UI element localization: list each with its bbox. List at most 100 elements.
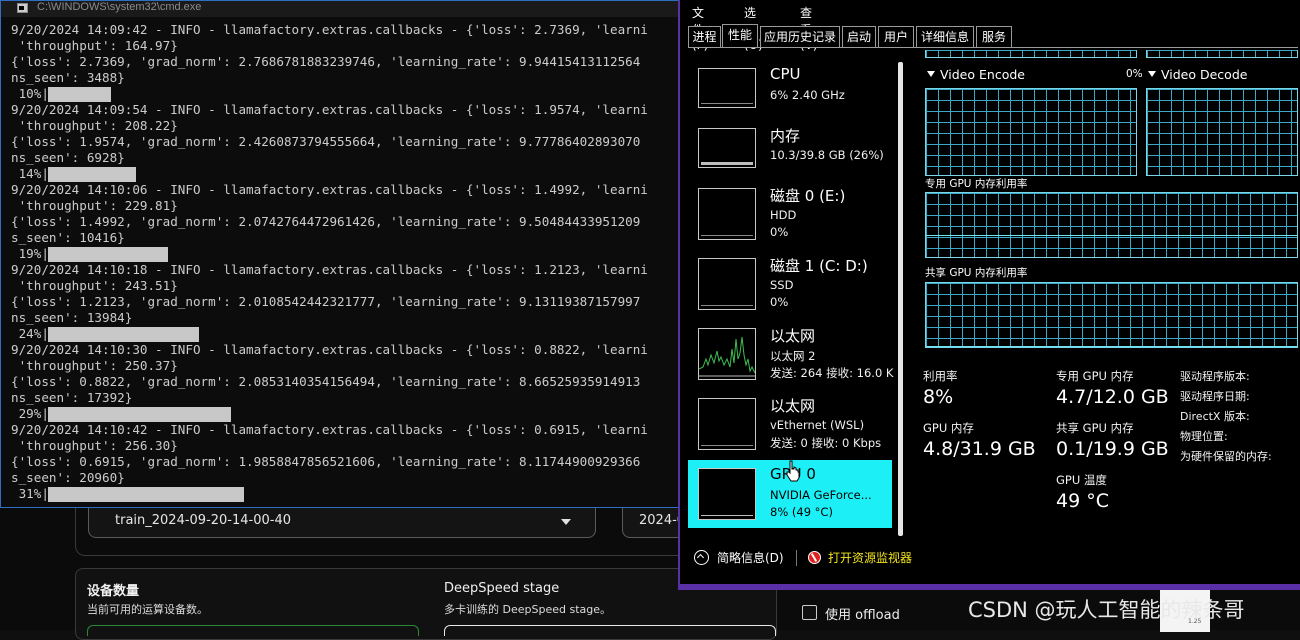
sidebar-item-detail-2: 0%: [770, 225, 789, 239]
deepspeed-title: DeepSpeed stage: [444, 581, 560, 596]
progress-bar-fill: [48, 167, 136, 182]
dedicated-mem-graph-label: 专用 GPU 内存利用率: [925, 178, 1028, 190]
progress-percent: 29%|: [11, 406, 49, 421]
sidebar-item-ethernet-wsl[interactable]: 以太网 vEthernet (WSL) 发送: 0 接收: 0 Kbps: [688, 390, 892, 458]
dedicated-mem-label: 专用 GPU 内存: [1056, 369, 1134, 383]
cmd-window[interactable]: C:\WINDOWS\system32\cmd.exe 9/20/2024 14…: [0, 0, 680, 508]
cpu-thumbnail-graph: [698, 68, 756, 108]
sidebar-item-detail-2: 发送: 0 接收: 0 Kbps: [770, 436, 882, 450]
gpu-thumbnail-graph: [698, 468, 756, 520]
sidebar-item-disk0[interactable]: 磁盘 0 (E:) HDD 0%: [688, 180, 892, 248]
progress-bar-fill: [48, 487, 244, 502]
task-manager-window[interactable]: 文件(F) 选项(O) 查看(V) 进程 性能 应用历史记录 启动 用户 详细信…: [678, 0, 1300, 590]
console-line: ns_seen': 13984}: [11, 310, 133, 325]
cmd-icon: [17, 3, 28, 13]
progress-percent: 24%|: [11, 326, 49, 341]
chevron-down-icon: [1148, 71, 1156, 77]
sidebar-item-detail: 以太网 2: [770, 349, 816, 363]
sidebar-item-detail-2: 0%: [770, 295, 789, 309]
gpu-mem-label: GPU 内存: [923, 421, 974, 435]
tab-processes[interactable]: 进程: [688, 26, 721, 48]
console-line: s_seen': 10416}: [11, 230, 125, 245]
device-count-desc: 当前可用的运算设备数。: [87, 603, 208, 616]
sidebar-item-detail: SSD: [770, 278, 794, 292]
video-encode-label[interactable]: Video Encode: [927, 67, 1025, 82]
shared-mem-value: 0.1/19.9 GB: [1056, 438, 1169, 460]
sidebar-item-disk1[interactable]: 磁盘 1 (C: D:) SSD 0%: [688, 250, 892, 318]
progress-bar-fill: [48, 407, 231, 422]
sidebar-item-ethernet[interactable]: 以太网 以太网 2 发送: 264 接收: 16.0 K: [688, 320, 894, 388]
tab-services[interactable]: 服务: [976, 26, 1012, 48]
top-graph-left: [925, 50, 1137, 58]
progress-bar-fill: [48, 327, 199, 342]
directx-version-label: DirectX 版本:: [1180, 410, 1250, 423]
console-line: {'loss': 0.8822, 'grad_norm': 2.08531403…: [11, 374, 641, 389]
sidebar-scrollbar[interactable]: [898, 62, 903, 536]
console-line: ns_seen': 3488}: [11, 70, 125, 85]
offload-label: 使用 offload: [825, 608, 900, 623]
console-line: {'loss': 0.6915, 'grad_norm': 1.98588478…: [11, 454, 641, 469]
sidebar-item-cpu[interactable]: CPU 6% 2.40 GHz: [688, 60, 892, 128]
open-resource-monitor-link[interactable]: 打开资源监视器: [808, 549, 912, 566]
console-output[interactable]: 9/20/2024 14:09:42 - INFO - llamafactory…: [11, 22, 679, 502]
tab-performance[interactable]: 性能: [722, 24, 758, 48]
device-count-input[interactable]: [87, 625, 419, 636]
tab-app-history[interactable]: 应用历史记录: [760, 26, 840, 48]
sidebar-item-memory[interactable]: 内存 10.3/39.8 GB (26%): [688, 120, 892, 188]
driver-date-label: 驱动程序日期:: [1180, 390, 1250, 403]
progress-bar-row: 10%|: [11, 86, 679, 102]
cmd-title: C:\WINDOWS\system32\cmd.exe: [37, 1, 202, 13]
tab-users[interactable]: 用户: [878, 26, 914, 48]
console-line: {'loss': 2.7369, 'grad_norm': 2.76867818…: [11, 54, 641, 69]
console-line: ns_seen': 6928}: [11, 150, 125, 165]
video-decode-graph: [1146, 88, 1298, 176]
progress-percent: 31%|: [11, 486, 49, 501]
dedicated-mem-graph: [925, 192, 1298, 258]
console-line: 'throughput': 164.97}: [11, 38, 178, 53]
video-encode-value: 0%: [1126, 68, 1143, 80]
sidebar-item-detail: 10.3/39.8 GB (26%): [770, 148, 884, 162]
disk0-thumbnail-graph: [698, 188, 756, 240]
video-decode-label[interactable]: Video Decode: [1148, 67, 1247, 82]
footer-divider: [796, 550, 797, 566]
sidebar-item-name: 以太网: [770, 397, 816, 415]
ethernet-thumbnail-graph: [698, 328, 756, 380]
deepspeed-desc: 多卡训练的 DeepSpeed stage。: [444, 603, 611, 616]
driver-version-label: 驱动程序版本:: [1180, 370, 1250, 383]
console-line: 'throughput': 250.37}: [11, 358, 178, 373]
reserved-memory-label: 为硬件保留的内存:: [1180, 450, 1272, 463]
gpu-temp-value: 49 °C: [1056, 490, 1109, 512]
deepspeed-select[interactable]: [444, 625, 776, 636]
tab-startup[interactable]: 启动: [842, 26, 876, 48]
tab-details[interactable]: 详细信息: [916, 26, 974, 48]
sidebar-item-name: CPU: [770, 65, 801, 83]
chevron-down-icon: [927, 71, 935, 77]
progress-bar-row: 31%|: [11, 486, 679, 502]
sidebar-item-name: 磁盘 0 (E:): [770, 187, 846, 205]
console-line: 9/20/2024 14:10:42 - INFO - llamafactory…: [11, 422, 648, 437]
brief-info-button[interactable]: 简略信息(D): [694, 549, 784, 566]
progress-bar-row: 29%|: [11, 406, 679, 422]
console-line: ns_seen': 17392}: [11, 390, 133, 405]
cmd-titlebar[interactable]: C:\WINDOWS\system32\cmd.exe: [1, 1, 679, 17]
gpu-mem-value: 4.8/31.9 GB: [923, 438, 1036, 460]
console-line: 'throughput': 208.22}: [11, 118, 178, 133]
sidebar-item-detail: 6% 2.40 GHz: [770, 88, 845, 102]
sidebar-item-detail: NVIDIA GeForce...: [770, 488, 872, 502]
console-line: 9/20/2024 14:10:18 - INFO - llamafactory…: [11, 262, 648, 277]
resource-monitor-icon: [808, 551, 821, 564]
console-line: 9/20/2024 14:09:54 - INFO - llamafactory…: [11, 102, 648, 117]
console-line: 9/20/2024 14:09:42 - INFO - llamafactory…: [11, 22, 648, 37]
dedicated-mem-value: 4.7/12.0 GB: [1056, 386, 1169, 408]
sidebar-item-name: 内存: [770, 127, 801, 145]
console-line: 'throughput': 243.51}: [11, 278, 178, 293]
progress-bar-row: 14%|: [11, 166, 679, 182]
sidebar-item-detail: vEthernet (WSL): [770, 418, 865, 432]
progress-bar-fill: [48, 87, 111, 102]
video-encode-graph: [925, 88, 1137, 176]
wsl-thumbnail-graph: [698, 398, 756, 450]
hand-cursor-icon: [786, 460, 800, 482]
sidebar-item-detail-2: 发送: 264 接收: 16.0 K: [770, 366, 894, 380]
offload-checkbox[interactable]: [802, 605, 817, 620]
disk1-thumbnail-graph: [698, 258, 756, 310]
